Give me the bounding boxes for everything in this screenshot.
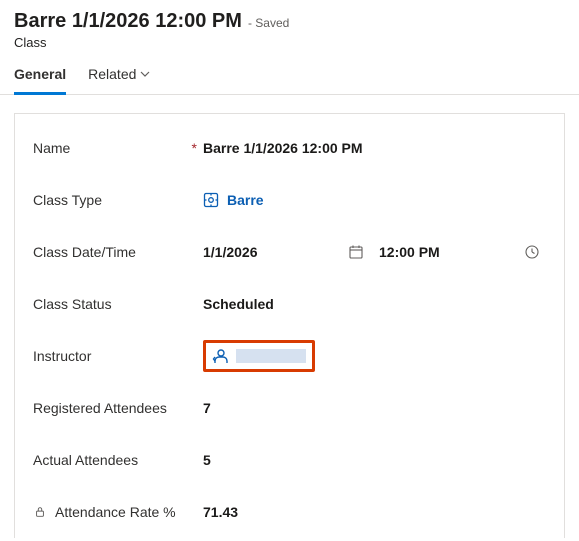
form-panel: Name * Barre 1/1/2026 12:00 PM Class Typ… (14, 113, 565, 538)
field-row-class-datetime: Class Date/Time 1/1/2026 12:00 PM (15, 226, 564, 278)
field-row-actual: Actual Attendees 5 (15, 434, 564, 486)
label-instructor: Instructor (33, 348, 91, 364)
person-badge-icon (212, 347, 230, 365)
instructor-highlight (203, 340, 315, 372)
field-row-class-type: Class Type Barre (15, 174, 564, 226)
label-registered: Registered Attendees (33, 400, 167, 416)
label-class-type: Class Type (33, 192, 102, 208)
field-row-class-status: Class Status Scheduled (15, 278, 564, 330)
value-instructor-wrapper (203, 340, 546, 372)
field-row-instructor: Instructor (15, 330, 564, 382)
lock-icon (33, 505, 47, 519)
value-registered-text: 7 (203, 400, 211, 416)
value-class-status[interactable]: Scheduled (203, 296, 546, 312)
field-row-name: Name * Barre 1/1/2026 12:00 PM (15, 122, 564, 174)
lookup-entity-icon (203, 192, 219, 208)
label-actual: Actual Attendees (33, 452, 138, 468)
value-class-date[interactable]: 1/1/2026 (203, 244, 333, 260)
field-row-attendance-rate: Attendance Rate % 71.43 (15, 486, 564, 538)
record-header: Barre 1/1/2026 12:00 PM - Saved Class (0, 0, 579, 50)
value-attendance-rate: 71.43 (203, 504, 546, 520)
value-class-type-text: Barre (227, 192, 264, 208)
tab-bar: General Related (0, 50, 579, 95)
tab-general[interactable]: General (14, 66, 66, 94)
label-attendance-rate: Attendance Rate % (55, 504, 176, 520)
chevron-down-icon (140, 69, 150, 79)
tab-related[interactable]: Related (88, 66, 150, 94)
label-class-datetime: Class Date/Time (33, 244, 136, 260)
value-class-status-text: Scheduled (203, 296, 274, 312)
value-class-date-text: 1/1/2026 (203, 244, 258, 260)
value-class-time-text: 12:00 PM (379, 244, 440, 260)
value-name-text: Barre 1/1/2026 12:00 PM (203, 140, 363, 156)
clock-icon[interactable] (518, 244, 546, 260)
entity-type-label: Class (14, 35, 565, 50)
label-class-status: Class Status (33, 296, 112, 312)
label-name: Name (33, 140, 70, 156)
value-class-time[interactable]: 12:00 PM (379, 244, 510, 260)
value-name[interactable]: Barre 1/1/2026 12:00 PM (203, 140, 546, 156)
instructor-redacted-value[interactable] (236, 349, 306, 363)
value-actual[interactable]: 5 (203, 452, 546, 468)
field-row-registered: Registered Attendees 7 (15, 382, 564, 434)
page-title: Barre 1/1/2026 12:00 PM (14, 10, 242, 33)
value-class-type[interactable]: Barre (203, 192, 546, 208)
save-status: - Saved (248, 16, 289, 30)
required-indicator: * (192, 140, 197, 156)
value-attendance-rate-text: 71.43 (203, 504, 238, 520)
calendar-icon[interactable] (341, 244, 371, 260)
tab-general-label: General (14, 66, 66, 82)
value-actual-text: 5 (203, 452, 211, 468)
value-registered[interactable]: 7 (203, 400, 546, 416)
tab-related-label: Related (88, 66, 136, 82)
